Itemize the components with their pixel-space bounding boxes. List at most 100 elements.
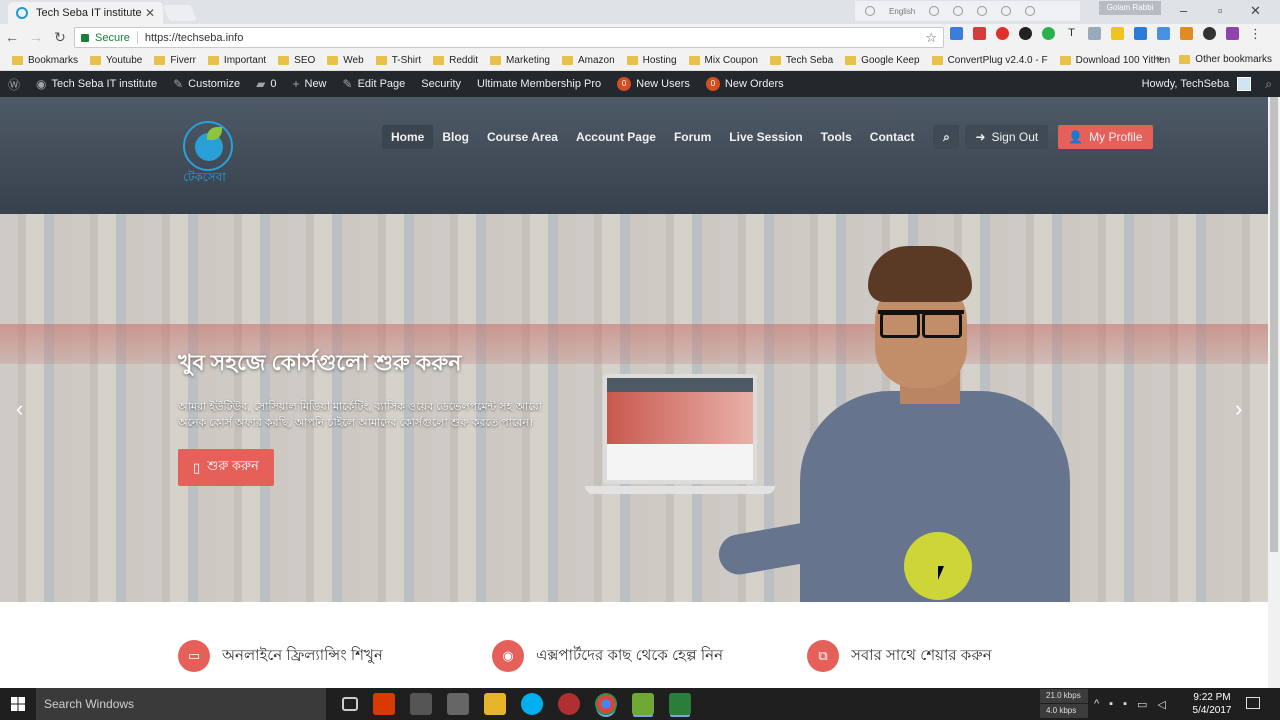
skype-icon[interactable] (521, 693, 543, 715)
bookmark-star-icon[interactable]: ☆ (925, 30, 937, 46)
bookmark-item[interactable]: SEO (278, 55, 315, 66)
admin-comments[interactable]: ▰ 0 (248, 77, 284, 91)
admin-new-users[interactable]: 0 New Users (609, 77, 698, 91)
extension-icon[interactable] (973, 27, 986, 40)
taskbar-search-input[interactable]: Search Windows (36, 688, 326, 720)
nav-item-live-session[interactable]: Live Session (720, 125, 811, 149)
bookmark-item[interactable]: Fiverr (154, 55, 196, 66)
volume-icon[interactable]: ◁ (1157, 698, 1165, 711)
secure-indicator[interactable]: Secure (81, 32, 130, 44)
slider-prev-icon[interactable]: ‹ (16, 396, 23, 422)
bookmark-item[interactable]: Google Keep (845, 55, 920, 66)
search-icon[interactable]: ⌕ (1265, 77, 1272, 92)
extension-icon[interactable] (865, 6, 875, 16)
account-icon[interactable] (1203, 27, 1216, 40)
my-profile-button[interactable]: 👤 My Profile (1058, 125, 1153, 149)
extension-icon[interactable] (929, 6, 940, 16)
new-tab-button[interactable] (163, 5, 197, 21)
forward-icon[interactable]: → (24, 29, 48, 45)
bookmark-item[interactable]: T-Shirt (375, 55, 421, 66)
bookmark-item[interactable]: Reddit (433, 55, 478, 66)
app-icon[interactable] (558, 693, 580, 715)
extension-icon[interactable] (953, 6, 964, 16)
bookmarks-overflow-icon[interactable]: » (1156, 53, 1162, 64)
window-close-icon[interactable]: ✕ (1250, 3, 1261, 19)
back-icon[interactable]: ← (0, 29, 24, 45)
admin-membership[interactable]: Ultimate Membership Pro (469, 78, 609, 90)
address-bar[interactable]: Secure https://techseba.info ☆ (74, 27, 944, 48)
tray-app-icon[interactable]: ▪ (1109, 698, 1113, 710)
gear-icon[interactable] (1180, 27, 1193, 40)
nav-item-tools[interactable]: Tools (812, 125, 861, 149)
bookmark-item[interactable]: ConvertPlug v2.4.0 - F (931, 55, 1048, 66)
extension-icon[interactable] (1226, 27, 1239, 40)
nav-item-contact[interactable]: Contact (861, 125, 924, 149)
bookmark-item[interactable]: Amazon (561, 55, 615, 66)
nav-item-account-page[interactable]: Account Page (567, 125, 665, 149)
browser-tab[interactable]: Tech Seba IT institute ✕ (8, 2, 163, 24)
nav-item-forum[interactable]: Forum (665, 125, 720, 149)
nav-item-home[interactable]: Home (382, 125, 434, 149)
admin-new-orders[interactable]: 0 New Orders (698, 77, 792, 91)
tab-close-icon[interactable]: ✕ (145, 6, 155, 20)
minimize-icon[interactable]: – (1180, 3, 1187, 18)
task-view-icon[interactable] (342, 697, 358, 711)
network-icon[interactable]: ▭ (1137, 698, 1147, 711)
calendar-icon[interactable] (447, 693, 469, 715)
nav-item-blog[interactable]: Blog (433, 125, 478, 149)
extension-icon[interactable] (1088, 27, 1101, 40)
taskbar-clock[interactable]: 9:22 PM 5/4/2017 (1186, 691, 1238, 717)
bookmark-item[interactable]: Marketing (490, 55, 550, 66)
avatar[interactable] (1237, 77, 1252, 91)
notifications-icon[interactable] (1246, 697, 1260, 709)
chrome-icon[interactable] (595, 693, 617, 715)
app-icon[interactable] (410, 693, 432, 715)
bookmark-item[interactable]: Important (207, 55, 266, 66)
url-text[interactable]: https://techseba.info (145, 32, 243, 44)
download-icon[interactable] (1157, 27, 1170, 40)
admin-site-name[interactable]: ◉ Tech Seba IT institute (28, 77, 165, 91)
nav-item-course-area[interactable]: Course Area (478, 125, 567, 149)
extension-icon[interactable] (1019, 27, 1032, 40)
bookmark-item[interactable]: Hosting (626, 55, 677, 66)
bookmark-item[interactable]: Bookmarks (12, 55, 78, 66)
wordpress-logo-icon[interactable]: Ⓦ (0, 76, 28, 93)
browser-user-badge[interactable]: Golam Rabbi (1099, 1, 1161, 15)
tray-chevron-icon[interactable]: ^ (1094, 698, 1099, 710)
bookmark-item[interactable]: Tech Seba (769, 55, 833, 66)
reload-icon[interactable]: ↻ (48, 29, 72, 46)
office-icon[interactable] (373, 693, 395, 715)
camtasia-recorder-icon[interactable] (669, 693, 691, 715)
extension-icon[interactable] (1001, 6, 1012, 16)
admin-security[interactable]: Security (413, 78, 469, 90)
hero-start-button[interactable]: ▯ শুরু করুন (178, 449, 274, 486)
tray-app-icon[interactable]: ▪ (1123, 698, 1127, 710)
sign-out-button[interactable]: ➜ Sign Out (965, 125, 1049, 149)
admin-howdy[interactable]: Howdy, TechSeba (1142, 78, 1230, 90)
language-label[interactable]: English (889, 7, 915, 16)
start-button[interactable] (0, 688, 36, 720)
admin-new[interactable]: + New (284, 77, 334, 91)
bookmark-item[interactable]: Download 100 Yithen (1059, 55, 1170, 66)
extension-icon[interactable] (1025, 6, 1036, 16)
site-logo[interactable]: টেকসেবা (180, 119, 238, 184)
grammarly-icon[interactable] (1042, 27, 1055, 40)
admin-edit-page[interactable]: ✎ Edit Page (335, 77, 414, 91)
menu-icon[interactable]: ⋮ (1249, 27, 1262, 40)
admin-customize[interactable]: ✎ Customize (165, 77, 248, 91)
keep-icon[interactable] (1111, 27, 1124, 40)
download-icon[interactable] (1134, 27, 1147, 40)
scrollbar-thumb[interactable] (1270, 97, 1278, 552)
page-scrollbar[interactable] (1268, 97, 1280, 688)
camtasia-icon[interactable] (632, 693, 654, 715)
maximize-icon[interactable]: ▫ (1218, 3, 1223, 18)
slider-next-icon[interactable]: › (1235, 396, 1242, 422)
other-bookmarks[interactable]: Other bookmarks (1179, 54, 1272, 65)
bookmark-item[interactable]: Web (327, 55, 364, 66)
extension-icon[interactable] (977, 6, 988, 16)
bookmark-item[interactable]: Youtube (90, 55, 142, 66)
analytics-icon[interactable] (950, 27, 963, 40)
file-explorer-icon[interactable] (484, 693, 506, 715)
bookmark-item[interactable]: Mix Coupon (688, 55, 758, 66)
opera-icon[interactable] (996, 27, 1009, 40)
